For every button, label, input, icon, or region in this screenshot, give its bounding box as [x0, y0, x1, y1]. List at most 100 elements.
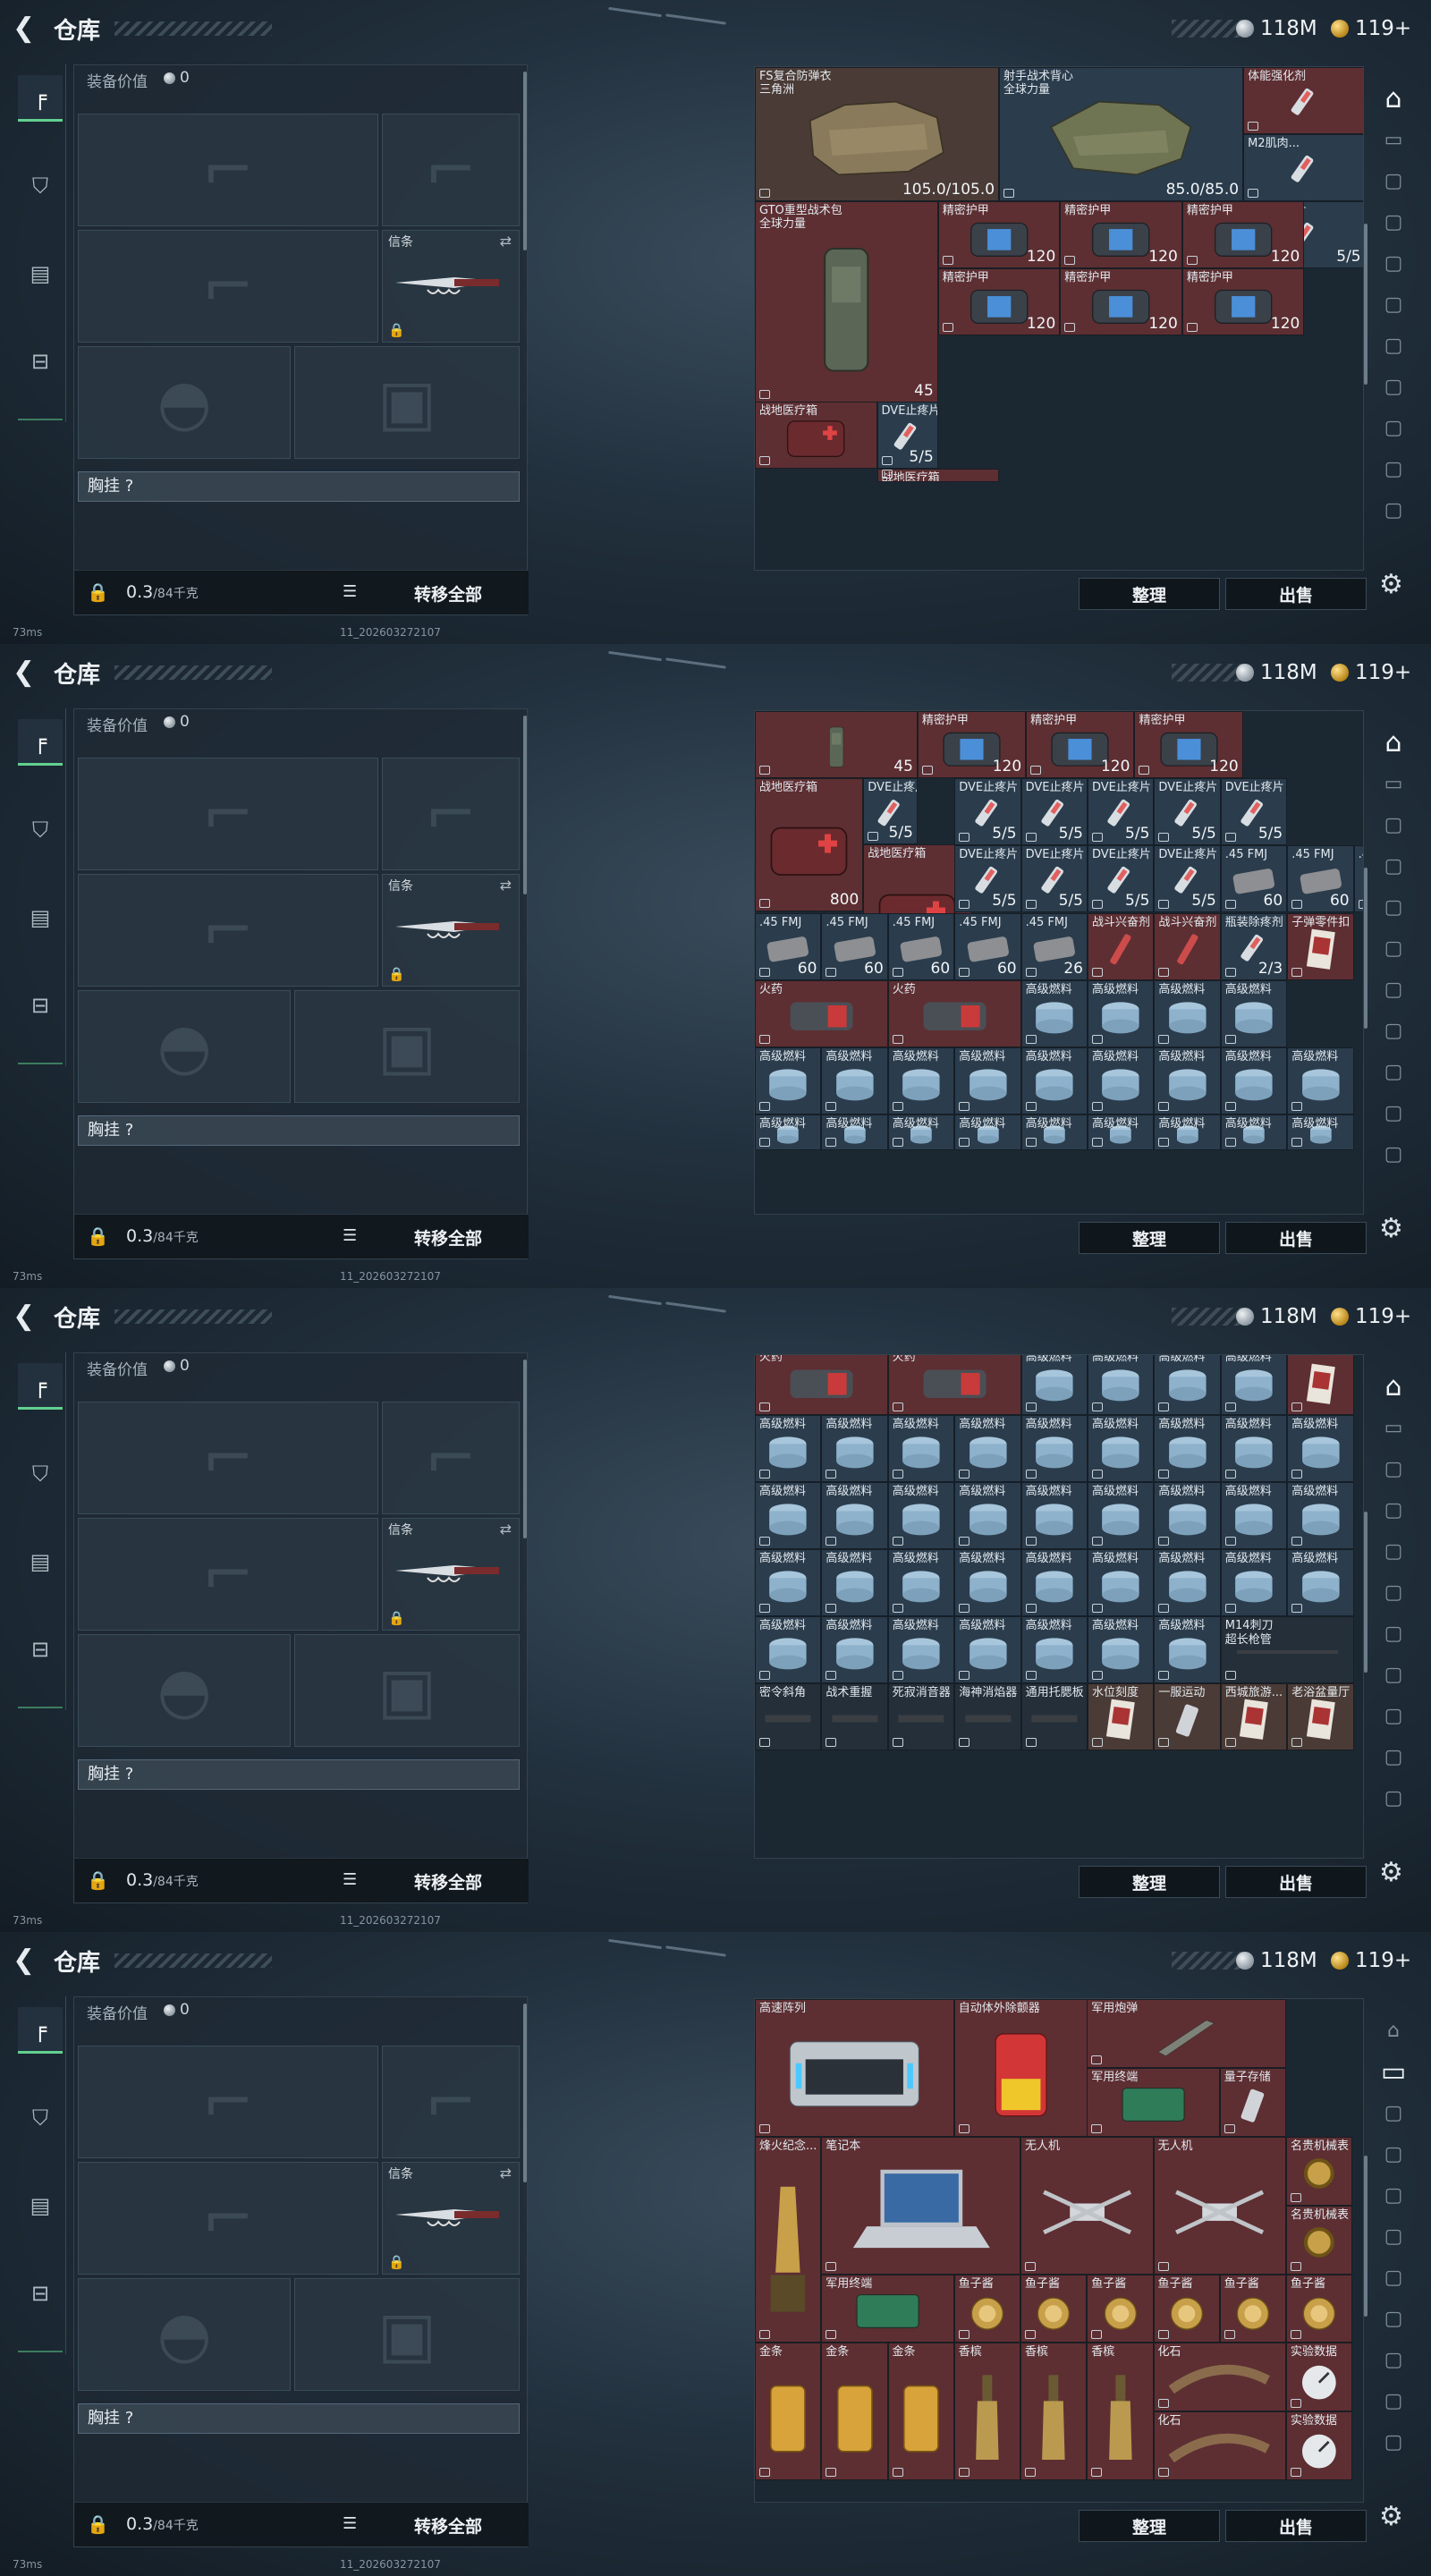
- stash-item-cell[interactable]: 香槟: [1020, 2343, 1088, 2481]
- stash-item-cell[interactable]: 火药: [755, 980, 888, 1047]
- stash-item-cell[interactable]: 火药: [887, 1355, 1021, 1415]
- stash-item-cell[interactable]: 名贵机械表: [1286, 2136, 1353, 2206]
- tab-weapon[interactable]: ╒: [18, 2007, 63, 2054]
- stash-item-cell[interactable]: 体能强化剂: [1243, 67, 1363, 134]
- stash-item-cell[interactable]: 战斗兴奋剂: [1154, 913, 1221, 980]
- armor-slot[interactable]: ▣: [294, 2278, 520, 2391]
- stash-item-cell[interactable]: 高级燃料: [1154, 1415, 1221, 1482]
- stash-item-cell[interactable]: .45 FMJ 60: [755, 913, 822, 980]
- stash-item-cell[interactable]: 高级燃料: [1154, 1482, 1221, 1549]
- tab-armor[interactable]: ▢: [1376, 848, 1411, 884]
- stash-item-cell[interactable]: 精密护甲 120: [937, 200, 1061, 268]
- tab-camera[interactable]: ▢: [1376, 1095, 1411, 1131]
- tab-camera[interactable]: ▢: [1376, 451, 1411, 487]
- stash-item-cell[interactable]: 高级燃料: [821, 1415, 888, 1482]
- stash-item-cell[interactable]: 高级燃料: [1088, 1482, 1155, 1549]
- stash-item-cell[interactable]: 高级燃料: [1088, 1114, 1155, 1150]
- chest-rig-slot[interactable]: 胸挂 ?: [78, 2403, 520, 2434]
- stash-scrollbar[interactable]: [1364, 868, 1367, 1029]
- tab-valuables[interactable]: ▢: [1376, 2259, 1411, 2295]
- pistol-slot[interactable]: ⌐: [382, 1402, 520, 1514]
- back-arrow-icon[interactable]: ❮: [13, 659, 39, 686]
- stash-item-cell[interactable]: 高级燃料: [821, 1482, 888, 1549]
- tab-keys[interactable]: ▢: [1376, 1013, 1411, 1048]
- stash-item-cell[interactable]: DVE止疼片 5/5: [1154, 778, 1221, 845]
- stash-item-cell[interactable]: 通用托腮板: [1020, 1683, 1088, 1750]
- tab-helmet[interactable]: ⛉: [18, 1451, 63, 1497]
- chest-rig-slot[interactable]: 胸挂 ?: [78, 471, 520, 502]
- sell-button[interactable]: 出售: [1225, 2510, 1367, 2542]
- stash-item-cell[interactable]: 烽火纪念...: [755, 2136, 822, 2343]
- stash-item-cell[interactable]: 一服运动: [1154, 1683, 1221, 1750]
- stash-item-cell[interactable]: 精密护甲 120: [1026, 711, 1135, 778]
- tab-all-items[interactable]: ⌂: [1376, 2012, 1411, 2048]
- stash-item-cell[interactable]: FS复合防弹衣 三角洲 105.0/105.0: [755, 67, 1000, 201]
- stash-item-cell[interactable]: 化石: [1153, 2343, 1287, 2412]
- list-icon[interactable]: ☰: [343, 1870, 357, 1889]
- stash-item-cell[interactable]: 笔记本: [821, 2136, 1021, 2275]
- stash-item-cell[interactable]: 海神消焰器: [954, 1683, 1021, 1750]
- stash-item-cell[interactable]: 高级燃料: [1220, 1355, 1288, 1415]
- gold-currency[interactable]: 119+: [1331, 658, 1411, 687]
- tab-medical[interactable]: ▢: [1376, 163, 1411, 199]
- tab-case[interactable]: ⊟: [18, 982, 63, 1029]
- stash-item-cell[interactable]: 高级燃料: [1020, 1482, 1088, 1549]
- stash-item-cell[interactable]: 高级燃料: [1287, 1114, 1354, 1150]
- stash-item-cell[interactable]: 老浴盆量厅: [1287, 1683, 1354, 1750]
- tab-weapon[interactable]: ╒: [18, 1363, 63, 1410]
- tab-weapon[interactable]: ╒: [18, 719, 63, 766]
- helmet-slot[interactable]: ◓: [78, 2278, 291, 2391]
- sort-button[interactable]: 整理: [1079, 1866, 1220, 1898]
- stash-item-cell[interactable]: 高级燃料: [755, 1616, 822, 1683]
- equipment-scrollbar[interactable]: [523, 716, 527, 894]
- list-icon[interactable]: ☰: [343, 1226, 357, 1245]
- stash-item-cell[interactable]: 密令斜角: [755, 1683, 822, 1750]
- stash-item-cell[interactable]: DVE止疼片 5/5: [863, 777, 918, 845]
- tab-misc[interactable]: ▢: [1376, 2342, 1411, 2377]
- stash-item-cell[interactable]: 高级燃料: [1287, 1047, 1354, 1114]
- sell-button[interactable]: 出售: [1225, 578, 1367, 610]
- secondary-weapon-slot[interactable]: ⌐: [78, 230, 378, 343]
- stash-item-cell[interactable]: 高级燃料: [1088, 1355, 1155, 1415]
- tab-parts[interactable]: ▢: [1376, 245, 1411, 281]
- equipment-scrollbar[interactable]: [523, 72, 527, 250]
- primary-weapon-slot[interactable]: ⌐: [78, 2046, 378, 2158]
- tab-helmet[interactable]: ⛉: [18, 807, 63, 853]
- equipment-scrollbar[interactable]: [523, 2004, 527, 2182]
- tab-expand[interactable]: ▢: [1376, 1780, 1411, 1816]
- stash-item-cell[interactable]: 高级燃料: [954, 1114, 1021, 1150]
- secondary-weapon-slot[interactable]: ⌐: [78, 1518, 378, 1631]
- stash-item-cell[interactable]: 高级燃料: [1088, 1616, 1155, 1683]
- stash-item-cell[interactable]: 战地医疗箱 800: [755, 777, 864, 912]
- stash-item-cell[interactable]: 无人机: [1153, 2136, 1287, 2275]
- transfer-all-button[interactable]: 转移全部: [414, 1225, 482, 1250]
- tab-ammo[interactable]: ▭: [1376, 2054, 1411, 2089]
- stash-item-cell[interactable]: 火药: [755, 1355, 888, 1415]
- stash-item-cell[interactable]: 实验数据: [1286, 2411, 1353, 2481]
- tab-ammo[interactable]: ▭: [1376, 122, 1411, 157]
- sort-button[interactable]: 整理: [1079, 2510, 1220, 2542]
- armor-slot[interactable]: ▣: [294, 1634, 520, 1747]
- stash-item-cell[interactable]: 高级燃料: [821, 1047, 888, 1114]
- stash-item-cell[interactable]: 高级燃料: [1020, 1549, 1088, 1616]
- melee-slot[interactable]: 信条 ⇄ 🔒: [382, 1518, 520, 1631]
- stash-item-cell[interactable]: 高级燃料: [1088, 1415, 1155, 1482]
- stash-item-cell[interactable]: 高级燃料: [1154, 1114, 1221, 1150]
- stash-item-cell[interactable]: 高级燃料: [954, 1415, 1021, 1482]
- stash-item-cell[interactable]: DVE止疼片 5/5: [876, 402, 938, 470]
- stash-item-cell[interactable]: 无人机: [1020, 2136, 1154, 2275]
- stash-item-cell[interactable]: 精密护甲 120: [1134, 711, 1243, 778]
- stash-item-cell[interactable]: 鱼子酱: [1087, 2274, 1154, 2343]
- stash-item-cell[interactable]: 高级燃料: [954, 1616, 1021, 1683]
- tab-parts[interactable]: ▢: [1376, 2177, 1411, 2213]
- stash-item-cell[interactable]: 高级燃料: [887, 1415, 955, 1482]
- stash-item-cell[interactable]: 金条: [755, 2343, 822, 2481]
- settings-gear-icon[interactable]: ⚙: [1379, 1857, 1403, 1888]
- pistol-slot[interactable]: ⌐: [382, 2046, 520, 2158]
- settings-gear-icon[interactable]: ⚙: [1379, 1213, 1403, 1244]
- tab-keys[interactable]: ▢: [1376, 369, 1411, 404]
- tab-parts[interactable]: ▢: [1376, 889, 1411, 925]
- swap-icon[interactable]: ⇄: [500, 2165, 512, 2182]
- stash-item-cell[interactable]: .45 FMJ 60: [954, 913, 1021, 980]
- stash-item-cell[interactable]: DVE止疼片 5/5: [1020, 778, 1088, 845]
